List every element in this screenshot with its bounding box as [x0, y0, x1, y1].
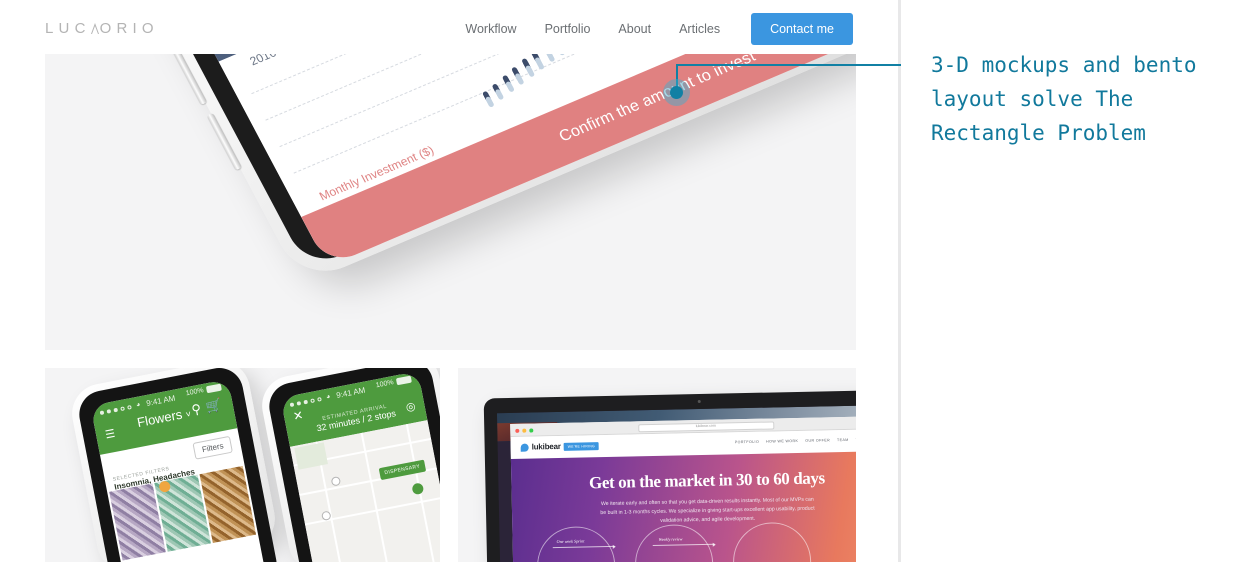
lukibear-nav-links: PORTFOLIO HOW WE WORK OUR OFFER TEAM TES… [735, 437, 856, 444]
close-traffic-light-icon[interactable] [515, 428, 520, 433]
lukibear-nav-our-offer[interactable]: OUR OFFER [805, 438, 830, 443]
lukibear-logo[interactable]: lukibear WE'RE HIRING [520, 441, 600, 452]
menu-icon[interactable]: ☰ [104, 428, 116, 442]
year-tick: 2016 [247, 54, 279, 69]
phone-screen: ◕ 9:41 AM 100% ✕ ESTIMATED ARRIVAL 32 mi… [280, 371, 440, 562]
annotation-marker-dot[interactable] [670, 86, 683, 99]
cart-icon[interactable]: 🛒 [204, 397, 223, 416]
brand-logo-after: ORIO [99, 20, 159, 37]
brand-logo[interactable]: LUC ORIO [45, 20, 159, 37]
hiring-badge[interactable]: WE'RE HIRING [563, 441, 600, 451]
fan-dot [558, 54, 566, 56]
portfolio-card-green-app[interactable]: ◕ 9:41 AM 100% Flowers ˅ ⚲ � [45, 368, 440, 562]
iphone-3d-mockup: ◕ ‹ Investment Return 199,946 Average ma… [105, 54, 856, 350]
fan-dot [487, 101, 495, 108]
lukibear-hero: Get on the market in 30 to 60 days We it… [510, 450, 856, 562]
process-caption: One week Sprint [556, 538, 585, 545]
fan-dot [507, 85, 515, 93]
browser-window: lukibear.com lukibear WE'RE HIRING PORTF… [510, 415, 856, 562]
lukibear-headline: Get on the market in 30 to 60 days [588, 468, 825, 493]
phone-screen: ◕ 9:41 AM 100% Flowers ˅ ⚲ � [90, 379, 276, 562]
nav-link-about[interactable]: About [604, 22, 665, 36]
phone-bezel: ◕ 9:41 AM 100% ✕ ESTIMATED ARRIVAL 32 mi… [265, 368, 440, 562]
portfolio-card-grid: ◕ 9:41 AM 100% Flowers ˅ ⚲ � [45, 368, 856, 562]
annotation-leader-line [676, 64, 921, 93]
brand-logo-triangle-icon [90, 23, 100, 34]
fan-dot [517, 78, 525, 85]
laptop-camera-icon [697, 399, 701, 404]
screenshot-root: LUC ORIO Workflow Portfolio About Article… [0, 0, 1240, 562]
process-arc [732, 521, 812, 562]
site-nav-links: Workflow Portfolio About Articles Contac… [451, 0, 853, 57]
process-arc [634, 524, 714, 562]
nav-link-portfolio[interactable]: Portfolio [531, 22, 605, 36]
map-park [294, 442, 328, 470]
lukibear-nav-portfolio[interactable]: PORTFOLIO [735, 440, 759, 445]
filters-button[interactable]: Filters [192, 435, 233, 460]
map-road [405, 424, 440, 562]
lukibear-nav-team[interactable]: TEAM [837, 438, 849, 442]
green-app-phone-left: ◕ 9:41 AM 100% Flowers ˅ ⚲ � [67, 368, 281, 562]
lukibear-nav-how-we-work[interactable]: HOW WE WORK [766, 439, 798, 444]
hero-image-card: ◕ ‹ Investment Return 199,946 Average ma… [45, 54, 856, 350]
process-arc [536, 526, 616, 562]
phone-bezel: ◕ 9:41 AM 100% Flowers ˅ ⚲ � [75, 368, 281, 562]
nav-link-articles[interactable]: Articles [665, 22, 734, 36]
fan-dot [527, 70, 535, 78]
fan-dot [497, 93, 505, 100]
map-destination-pin [411, 482, 425, 496]
minimize-traffic-light-icon[interactable] [522, 428, 527, 433]
browser-url-text: lukibear.com [695, 423, 716, 429]
maximize-traffic-light-icon[interactable] [529, 427, 534, 433]
dispensary-label: DISPENSARY [378, 459, 427, 481]
app-title-text: Flowers [135, 406, 184, 431]
browser-url-bar[interactable]: lukibear.com [637, 420, 774, 432]
portfolio-card-lukibear-site[interactable]: lukibear.com lukibear WE'RE HIRING PORTF… [458, 368, 856, 562]
process-caption: Weekly review [658, 536, 683, 543]
annotation-text: 3-D mockups and bento layout solve The R… [931, 53, 1210, 146]
contact-me-button[interactable]: Contact me [751, 12, 853, 45]
green-app-phone-right: ◕ 9:41 AM 100% ✕ ESTIMATED ARRIVAL 32 mi… [257, 368, 440, 562]
fan-dot [548, 56, 556, 63]
macbook-mockup: lukibear.com lukibear WE'RE HIRING PORTF… [483, 389, 856, 562]
fan-dot [537, 63, 545, 70]
lukibear-process-diagram: One week Sprint Weekly review [531, 521, 856, 562]
map-waypoint [330, 475, 342, 487]
lukibear-paragraph: We iterate early and often so that you g… [600, 496, 815, 525]
bear-mark-icon [520, 443, 529, 452]
laptop-screen: lukibear.com lukibear WE'RE HIRING PORTF… [496, 404, 856, 562]
brand-logo-before: LUC [45, 20, 91, 37]
lukibear-wordmark: lukibear [531, 441, 561, 452]
nav-link-workflow[interactable]: Workflow [451, 22, 530, 36]
site-navbar: LUC ORIO Workflow Portfolio About Article… [0, 0, 898, 57]
delivery-map[interactable]: DISPENSARY [289, 420, 440, 562]
